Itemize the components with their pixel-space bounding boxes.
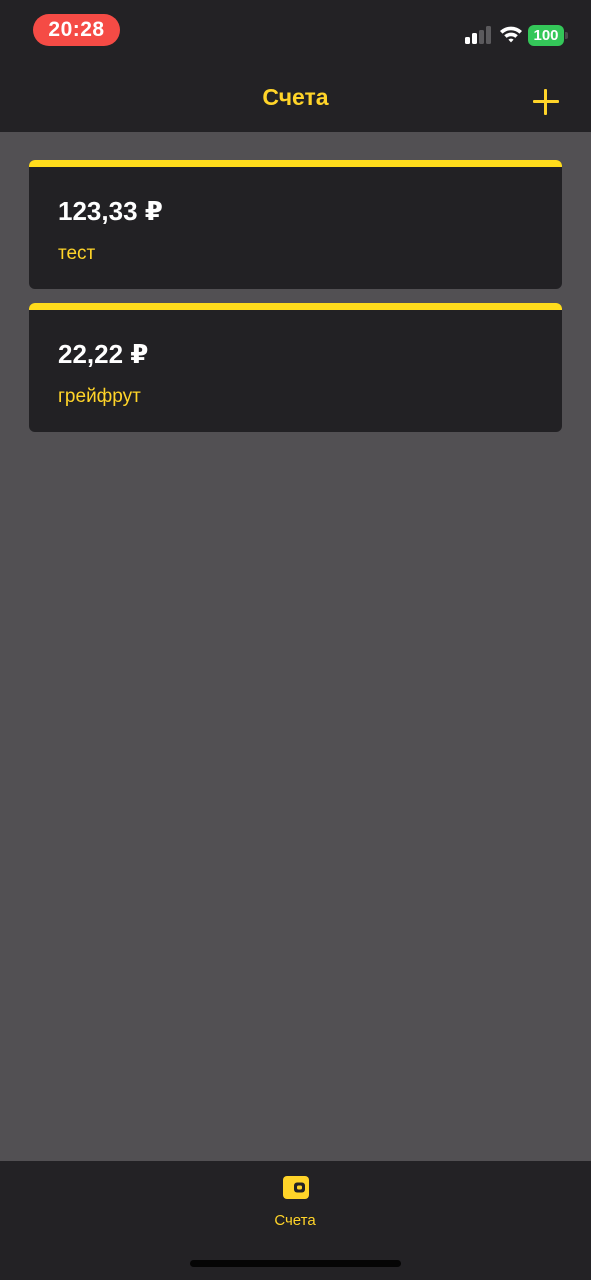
status-time: 20:28 [33, 14, 120, 46]
battery-icon: 100 [528, 25, 568, 46]
home-indicator [190, 1260, 401, 1267]
account-card[interactable]: 123,33 ₽ тест [29, 160, 562, 289]
account-name: тест [58, 243, 96, 264]
top-bar: 20:28 100 Счета [0, 0, 591, 132]
card-accent-stripe [29, 160, 562, 167]
tab-accounts[interactable]: Счета [250, 1173, 340, 1237]
accounts-screen: 20:28 100 Счета 123,33 ₽ тест 22,22 ₽ гр… [0, 0, 591, 1280]
battery-cap [565, 32, 568, 39]
tab-label: Счета [274, 1212, 316, 1229]
battery-level: 100 [528, 25, 564, 46]
account-balance: 123,33 ₽ [58, 196, 163, 226]
add-account-button[interactable] [530, 86, 562, 118]
signal-icon [465, 26, 491, 44]
page-title: Счета [262, 84, 329, 110]
wallet-icon [283, 1176, 309, 1199]
account-card[interactable]: 22,22 ₽ грейфрут [29, 303, 562, 432]
account-name: грейфрут [58, 386, 141, 407]
account-balance: 22,22 ₽ [58, 339, 149, 369]
card-accent-stripe [29, 303, 562, 310]
tab-bar: Счета [0, 1161, 591, 1280]
plus-icon-vertical [544, 89, 547, 115]
wifi-icon [500, 26, 522, 43]
